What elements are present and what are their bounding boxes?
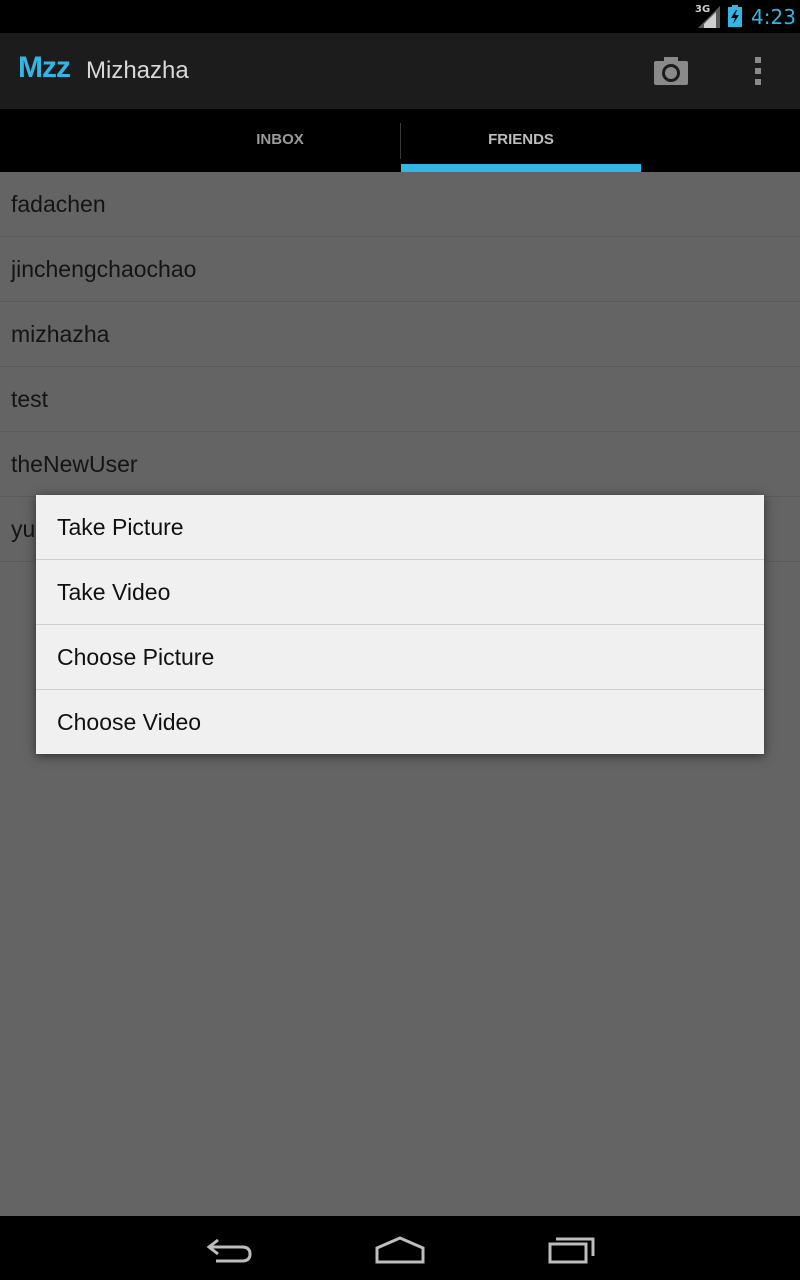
home-icon[interactable]: [370, 1232, 430, 1266]
choose-picture-option[interactable]: Choose Picture: [36, 625, 764, 690]
tab-inbox[interactable]: INBOX: [160, 109, 400, 172]
overflow-menu-icon[interactable]: [744, 51, 772, 91]
status-time: 4:23: [751, 5, 796, 29]
tab-selected-indicator: [401, 164, 641, 172]
action-bar: Mzz Mizhazha: [0, 33, 800, 109]
navigation-bar: [0, 1216, 800, 1280]
camera-icon[interactable]: [650, 53, 694, 89]
tab-bar: INBOX FRIENDS: [0, 109, 800, 172]
friend-item[interactable]: test: [0, 367, 800, 432]
status-bar: 3G 4:23: [0, 0, 800, 33]
take-picture-option[interactable]: Take Picture: [36, 495, 764, 560]
friend-item[interactable]: fadachen: [0, 172, 800, 237]
signal-icon: [698, 6, 720, 28]
friend-item[interactable]: theNewUser: [0, 432, 800, 497]
app-title: Mizhazha: [86, 57, 189, 84]
recent-apps-icon[interactable]: [542, 1232, 602, 1266]
friend-item[interactable]: jinchengchaochao: [0, 237, 800, 302]
choose-video-option[interactable]: Choose Video: [36, 690, 764, 755]
media-options-dialog: Take Picture Take Video Choose Picture C…: [36, 495, 764, 754]
tab-friends[interactable]: FRIENDS: [401, 109, 641, 172]
battery-charging-icon: [728, 5, 742, 27]
take-video-option[interactable]: Take Video: [36, 560, 764, 625]
app-logo: Mzz: [18, 51, 71, 84]
back-icon[interactable]: [200, 1232, 260, 1266]
friend-item[interactable]: mizhazha: [0, 302, 800, 367]
